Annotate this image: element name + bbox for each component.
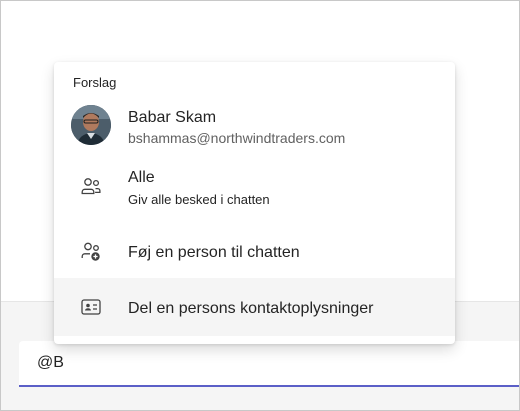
compose-input-text[interactable]: @B (37, 354, 64, 372)
contact-card-icon (79, 295, 103, 319)
suggestion-share-contact[interactable]: Del en persons kontaktoplysninger (54, 278, 455, 336)
person-name: Babar Skam (128, 109, 217, 126)
people-icon (79, 174, 103, 198)
everyone-label: Alle (128, 169, 155, 186)
share-contact-label: Del en persons kontaktoplysninger (128, 300, 374, 317)
mention-suggestions-popup: Forslag Babar Skam bshammas@northwindtra… (54, 62, 455, 344)
suggestion-add-person[interactable]: Føj en person til chatten (54, 220, 455, 278)
chat-window: @B Forslag Babar Skam bshammas@northwind… (0, 0, 520, 411)
suggestion-person[interactable]: Babar Skam bshammas@northwindtraders.com (54, 92, 455, 158)
suggestions-header: Forslag (73, 75, 117, 90)
compose-message-box[interactable]: @B (19, 341, 519, 387)
everyone-sublabel: Giv alle besked i chatten (128, 192, 270, 207)
suggestion-everyone[interactable]: Alle Giv alle besked i chatten (54, 160, 455, 218)
person-email: bshammas@northwindtraders.com (128, 130, 346, 146)
avatar (71, 105, 111, 145)
add-person-label: Føj en person til chatten (128, 244, 300, 261)
person-add-icon (79, 239, 103, 263)
